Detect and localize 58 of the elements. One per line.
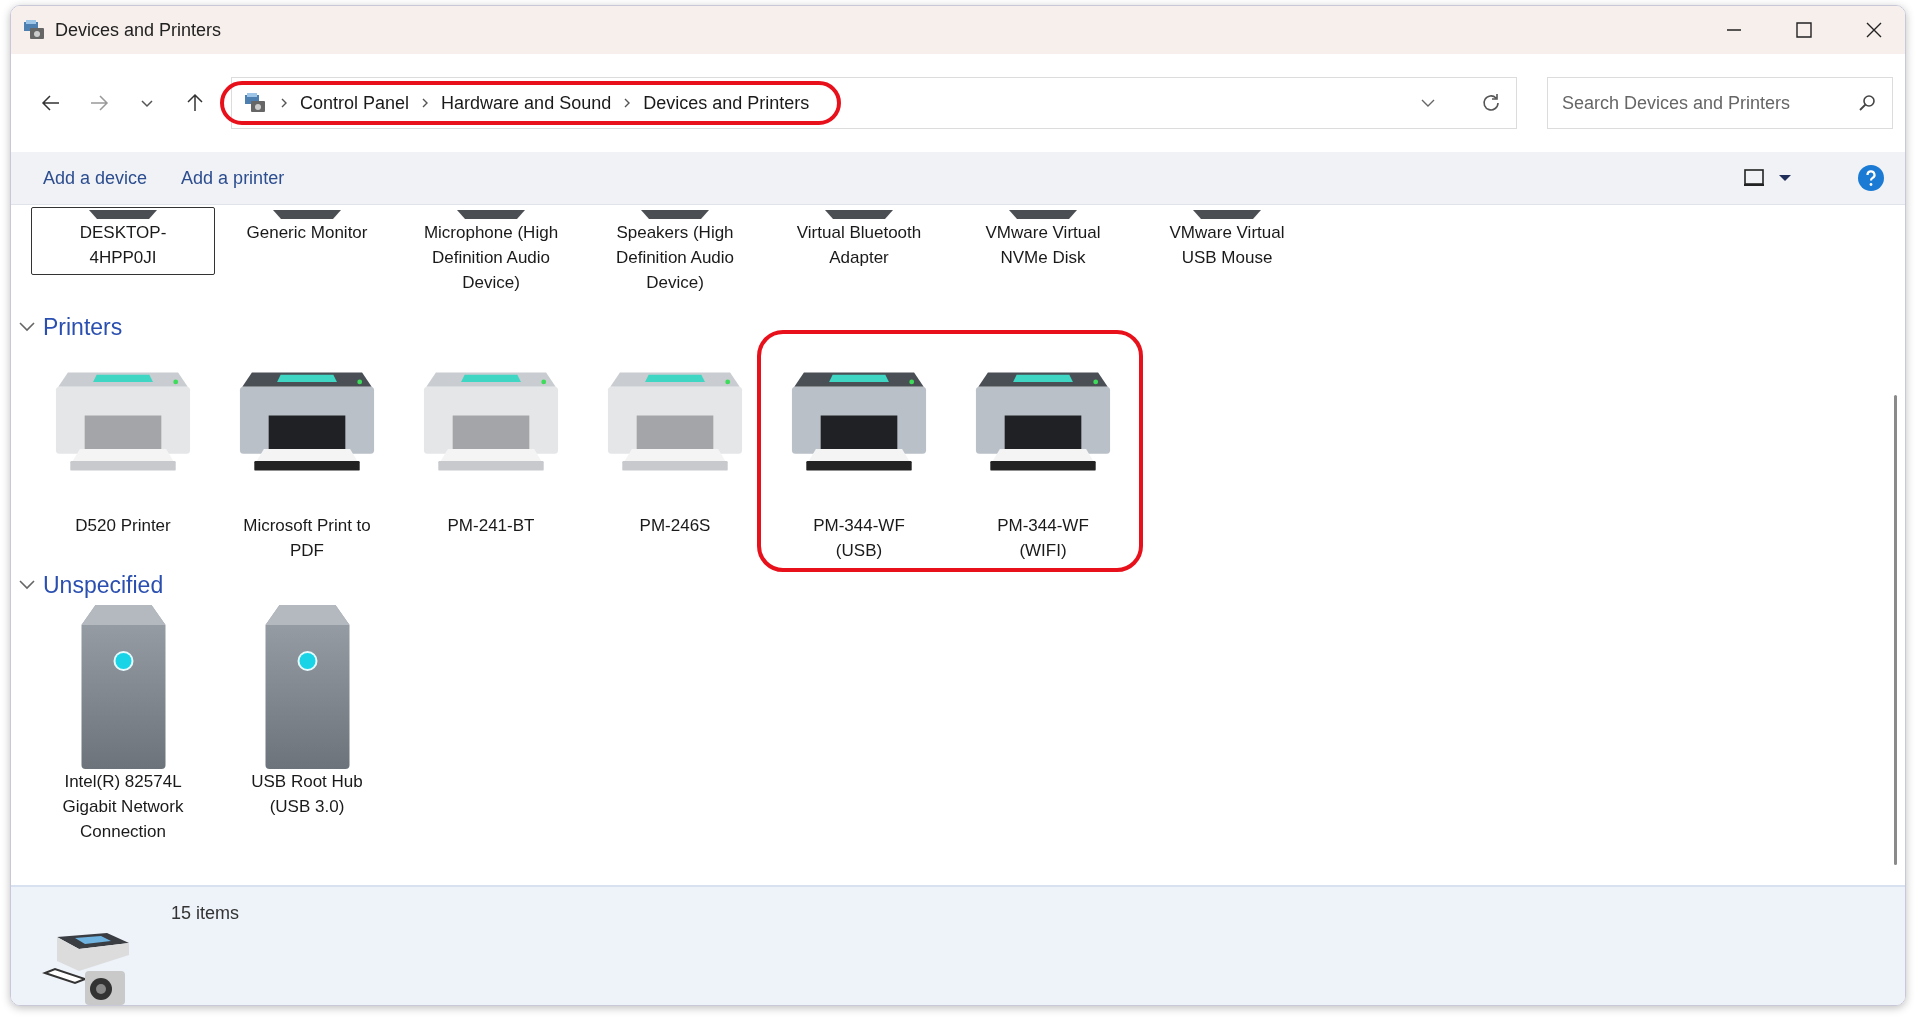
devices-printers-icon [23,19,47,41]
breadcrumb[interactable]: Control Panel [300,92,410,114]
device-tile[interactable]: PM-344-WF (USB) [767,360,951,568]
command-link[interactable]: Add a printer [173,163,293,193]
device-tile[interactable]: Generic Monitor [215,207,399,250]
chevron-icon[interactable] [19,322,35,332]
view-options-icon[interactable] [1743,168,1793,188]
chevron-icon[interactable] [421,97,430,109]
device-tile[interactable]: Microphone (High Definition Audio Device) [399,207,583,300]
device-label: D520 Printer [74,515,172,537]
chevron-icon[interactable] [623,97,632,109]
device-label: Microsoft Print to PDF [242,515,372,562]
device-label: Intel(R) 82574L Gigabit Network Connection [61,771,185,843]
device-tile[interactable]: Virtual Bluetooth Adapter [767,207,951,275]
group-header[interactable]: Unspecified [43,571,164,599]
device-tile[interactable]: PM-241-BT [399,360,583,543]
device-label: VMware Virtual USB Mouse [1168,222,1286,269]
device-tile[interactable]: VMware Virtual USB Mouse [1135,207,1319,275]
maximize-icon[interactable] [1794,20,1814,40]
window-title: Devices and Printers [55,19,223,41]
device-tile[interactable]: Speakers (High Definition Audio Device) [583,207,767,300]
dropdown-icon[interactable] [1420,98,1436,108]
device-label: Generic Monitor [245,222,369,244]
chevron-icon[interactable] [280,97,288,109]
device-tile[interactable]: D520 Printer [31,360,215,543]
device-tile[interactable]: USB Root Hub (USB 3.0) [215,602,399,824]
device-tile[interactable]: PM-344-WF (WIFI) [951,360,1135,568]
forward-arrow-icon[interactable] [89,93,109,113]
search-icon[interactable] [1857,93,1877,113]
device-label: PM-246S [638,515,712,537]
device-label: Speakers (High Definition Audio Device) [614,222,736,294]
chevron-icon[interactable] [19,580,35,590]
devices-printers-icon [244,92,268,114]
device-tile[interactable]: VMware Virtual NVMe Disk [951,207,1135,275]
device-tile[interactable]: DESKTOP-4HPP0JI [31,207,215,275]
search-field[interactable]: Search Devices and Printers [1547,77,1893,129]
breadcrumb[interactable]: Hardware and Sound [441,92,612,114]
device-tile[interactable]: PM-246S [583,360,767,543]
device-tile[interactable]: Intel(R) 82574L Gigabit Network Connection [31,602,215,849]
device-label: DESKTOP-4HPP0JI [78,222,168,269]
breadcrumb[interactable]: Devices and Printers [643,92,810,114]
scrollbar-thumb[interactable] [1893,395,1897,865]
device-label: PM-344-WF (USB) [812,515,906,562]
device-label: Virtual Bluetooth Adapter [795,222,923,269]
item-count: 15 items [171,903,240,925]
refresh-icon[interactable] [1480,92,1502,114]
device-label: PM-344-WF (WIFI) [996,515,1090,562]
back-arrow-icon[interactable] [41,93,61,113]
device-label: Microphone (High Definition Audio Device) [422,222,560,294]
device-label: USB Root Hub (USB 3.0) [250,771,364,818]
help-icon[interactable] [1857,164,1885,192]
device-label: VMware Virtual NVMe Disk [984,222,1102,269]
command-link[interactable]: Add a device [35,163,156,193]
close-icon[interactable] [1864,20,1884,40]
device-tile[interactable]: Microsoft Print to PDF [215,360,399,568]
device-label: PM-241-BT [446,515,536,537]
up-arrow-icon[interactable] [185,93,205,113]
group-header[interactable]: Printers [43,313,123,341]
